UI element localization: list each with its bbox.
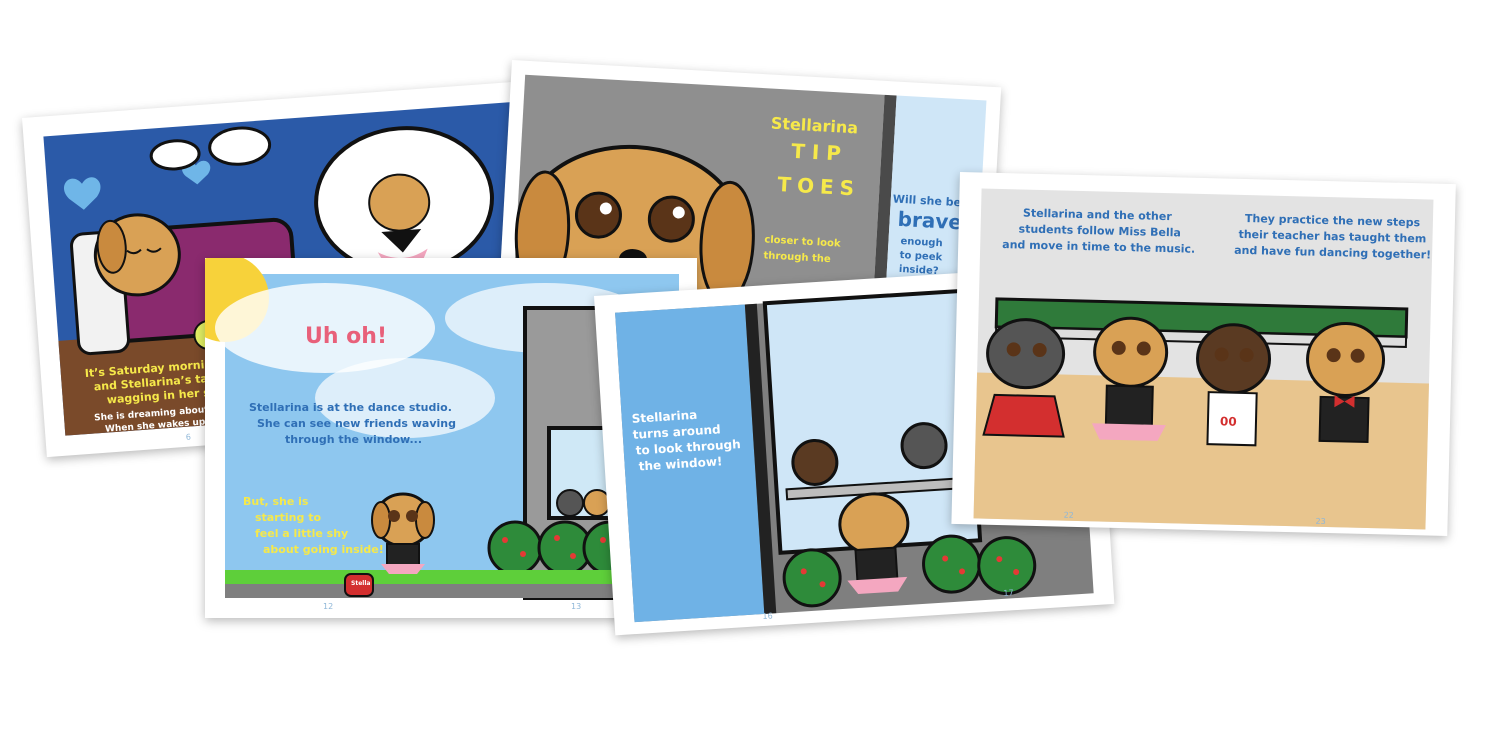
page-number: 16 — [762, 611, 773, 622]
page-number: 23 — [1315, 516, 1326, 527]
shy-text: But, she is — [243, 495, 309, 508]
page-number: 13 — [571, 602, 582, 611]
studio-text: She can see new friends waving — [257, 417, 456, 430]
brave-word: brave — [897, 206, 963, 235]
studio-text: Stellarina is at the dance studio. — [249, 401, 452, 414]
page-number: 17 — [1003, 588, 1014, 598]
tiptoes-toes: TOES — [776, 172, 861, 201]
page-number: 12 — [323, 602, 334, 611]
tiptoes-tip: T I P — [790, 138, 842, 166]
studio-text: through the window... — [285, 433, 423, 446]
shy-text: about going inside! — [263, 543, 384, 556]
uh-oh-title: Uh oh! — [305, 324, 387, 349]
brave-line: to peek — [899, 249, 943, 264]
shy-text: starting to — [255, 511, 322, 524]
spread-dancing: Stellarina and the other students follow… — [951, 172, 1456, 537]
bag-label: Stella — [351, 580, 371, 587]
shy-text: feel a little shy — [255, 527, 349, 540]
page-number: 6 — [185, 432, 192, 442]
brave-line: enough — [900, 235, 943, 250]
jersey-number: 00 — [1219, 414, 1237, 429]
page-number: 22 — [1063, 510, 1074, 520]
